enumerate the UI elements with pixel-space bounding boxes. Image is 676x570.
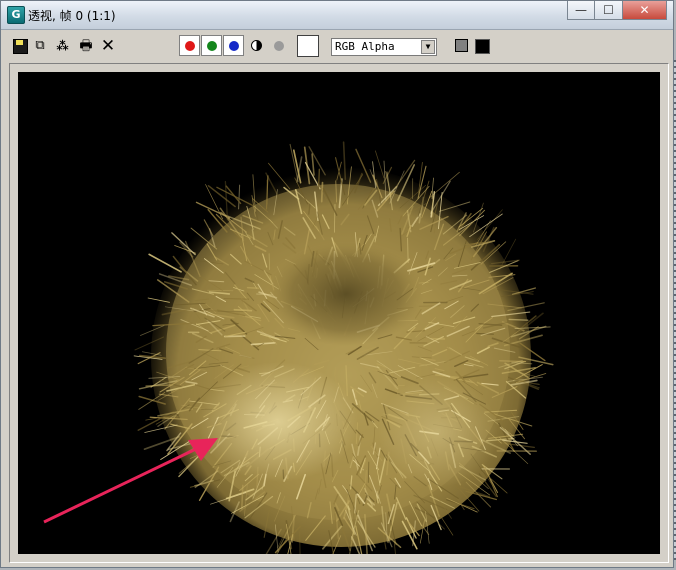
channel-toggles — [179, 35, 244, 57]
channel-display-value: RGB Alpha — [335, 40, 395, 53]
green-channel-button[interactable] — [201, 35, 222, 56]
minimize-button[interactable]: — — [567, 1, 595, 20]
frame-toolbar: ⧉ ⁂ 🖶 ✕ RGB Alpha ▼ — [3, 31, 671, 61]
window-controls: — ☐ ✕ — [567, 1, 667, 21]
channel-display-select[interactable]: RGB Alpha ▼ — [331, 38, 437, 56]
chevron-down-icon[interactable]: ▼ — [421, 40, 435, 54]
clear-icon[interactable]: ✕ — [99, 37, 117, 55]
blue-dot-icon — [228, 40, 239, 51]
green-dot-icon — [206, 40, 217, 51]
clone-window-icon[interactable]: ⁂ — [53, 37, 71, 55]
monochrome-icon[interactable] — [251, 40, 262, 51]
maximize-button[interactable]: ☐ — [595, 1, 623, 20]
blue-channel-button[interactable] — [223, 35, 244, 56]
rendered-frame-window: G 透视, 帧 0 (1:1) — ☐ ✕ ⧉ ⁂ 🖶 ✕ RGB Alpha … — [0, 0, 674, 568]
alpha-dot-icon[interactable] — [274, 41, 284, 51]
render-image — [43, 141, 554, 554]
fur-ball — [133, 141, 554, 554]
title-bar[interactable]: G 透视, 帧 0 (1:1) — ☐ ✕ — [1, 1, 673, 30]
print-icon[interactable]: 🖶 — [77, 37, 95, 55]
app-icon[interactable]: G — [7, 6, 25, 24]
annotation-arrow — [43, 438, 218, 524]
copy-icon[interactable]: ⧉ — [31, 37, 49, 55]
color-swatch[interactable] — [297, 35, 319, 57]
close-button[interactable]: ✕ — [623, 1, 667, 20]
save-icon[interactable] — [11, 37, 29, 55]
frame-client-area — [9, 63, 669, 563]
black-background-icon[interactable] — [475, 39, 490, 54]
gray-background-icon[interactable] — [455, 39, 468, 52]
window-title: 透视, 帧 0 (1:1) — [28, 9, 116, 23]
render-viewport[interactable] — [18, 72, 660, 554]
red-dot-icon — [184, 40, 195, 51]
red-channel-button[interactable] — [179, 35, 200, 56]
